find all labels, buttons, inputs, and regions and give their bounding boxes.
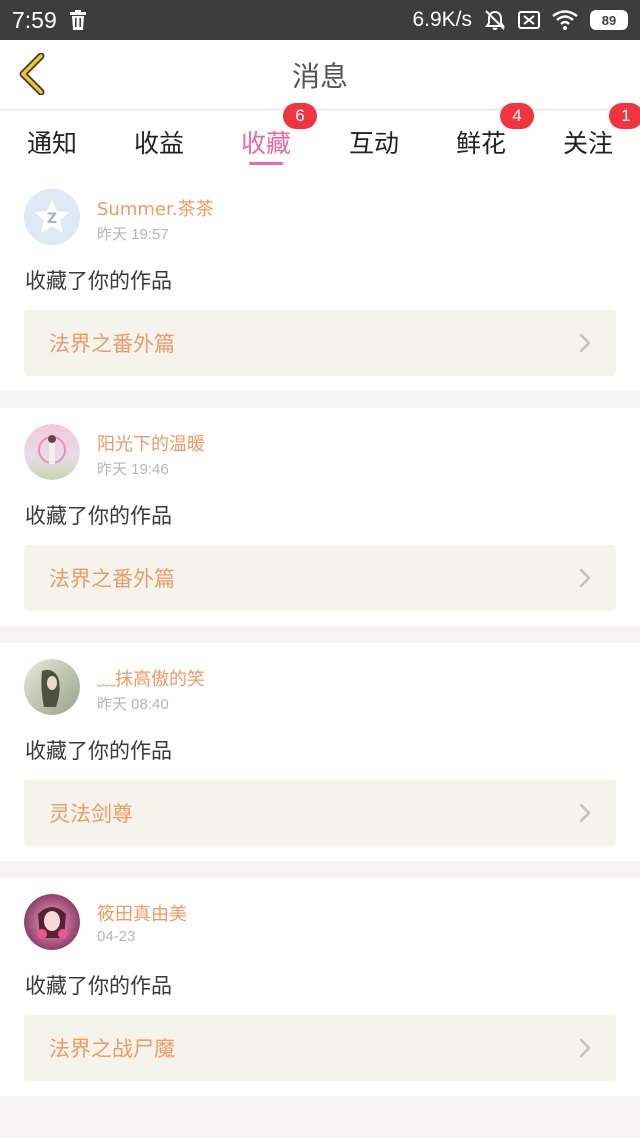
status-time: 7:59 [12,6,57,33]
message-time: 昨天 08:40 [97,696,169,713]
tab-notice[interactable]: 通知 [2,111,102,173]
work-title: 灵法剑尊 [49,802,133,826]
avatar[interactable] [24,424,80,480]
work-title: 法界之番外篇 [49,567,175,591]
tab-label: 收藏 [240,129,291,158]
user-name[interactable]: ﹏抹高傲的笑 [97,665,205,691]
work-link[interactable]: 灵法剑尊 [24,780,616,846]
message-card: 阳光下的温暖 昨天 19:46 收藏了你的作品 法界之番外篇 [0,408,640,626]
chevron-right-icon [578,1037,592,1059]
message-card: Z Summer.茶茶 昨天 19:57 收藏了你的作品 法界之番外篇 [0,173,640,391]
avatar[interactable] [24,894,80,950]
trash-icon [69,10,87,30]
battery-icon: 89 [590,10,628,30]
work-title: 法界之番外篇 [49,332,175,356]
chevron-right-icon [578,332,592,354]
avatar[interactable]: Z [24,189,80,245]
network-speed: 6.9K/s [412,8,472,31]
active-tab-indicator [249,162,283,165]
message-card: ﹏抹高傲的笑 昨天 08:40 收藏了你的作品 灵法剑尊 [0,643,640,861]
message-action: 收藏了你的作品 [25,974,172,998]
page-title: 消息 [291,60,348,93]
tab-label: 互动 [348,129,399,158]
message-time: 昨天 19:46 [97,461,169,478]
user-name[interactable]: Summer.茶茶 [97,195,213,221]
nav-bar: 消息 [0,40,640,110]
message-time: 04-23 [97,928,136,945]
message-action: 收藏了你的作品 [25,739,172,763]
tab-bar: 通知 收益 收藏 6 互动 鲜花 4 关注 1 [0,103,640,173]
tab-flowers[interactable]: 鲜花 4 [431,103,534,173]
tab-badge: 1 [609,103,640,129]
tab-favorites[interactable]: 收藏 6 [216,103,317,173]
work-link[interactable]: 法界之番外篇 [24,545,616,611]
work-link[interactable]: 法界之战尸魔 [24,1015,616,1081]
bell-muted-icon [484,9,506,31]
message-action: 收藏了你的作品 [25,269,172,293]
svg-text:Z: Z [47,211,57,227]
user-name[interactable]: 筱田真由美 [97,900,187,926]
work-link[interactable]: 法界之番外篇 [24,310,616,376]
message-time: 昨天 19:57 [97,226,169,243]
tab-earnings[interactable]: 收益 [109,111,209,173]
tab-badge: 4 [500,103,534,129]
tab-interactions[interactable]: 互动 [324,111,424,173]
user-name[interactable]: 阳光下的温暖 [97,430,205,456]
message-card: 筱田真由美 04-23 收藏了你的作品 法界之战尸魔 [0,878,640,1096]
message-list: Z Summer.茶茶 昨天 19:57 收藏了你的作品 法界之番外篇 阳光下的… [0,173,640,1113]
sim-disabled-icon [518,10,540,30]
wifi-icon [552,10,578,30]
chevron-right-icon [578,802,592,824]
tab-badge: 6 [283,103,317,129]
tab-label: 通知 [26,129,77,158]
tab-label: 收益 [133,129,184,158]
tab-label: 关注 [562,129,613,158]
status-bar: 7:59 6.9K/s 89 [0,0,640,40]
work-title: 法界之战尸魔 [49,1037,175,1061]
tab-label: 鲜花 [455,129,506,158]
chevron-right-icon [578,567,592,589]
avatar[interactable] [24,659,80,715]
message-action: 收藏了你的作品 [25,504,172,528]
tab-follow[interactable]: 关注 1 [538,103,640,173]
